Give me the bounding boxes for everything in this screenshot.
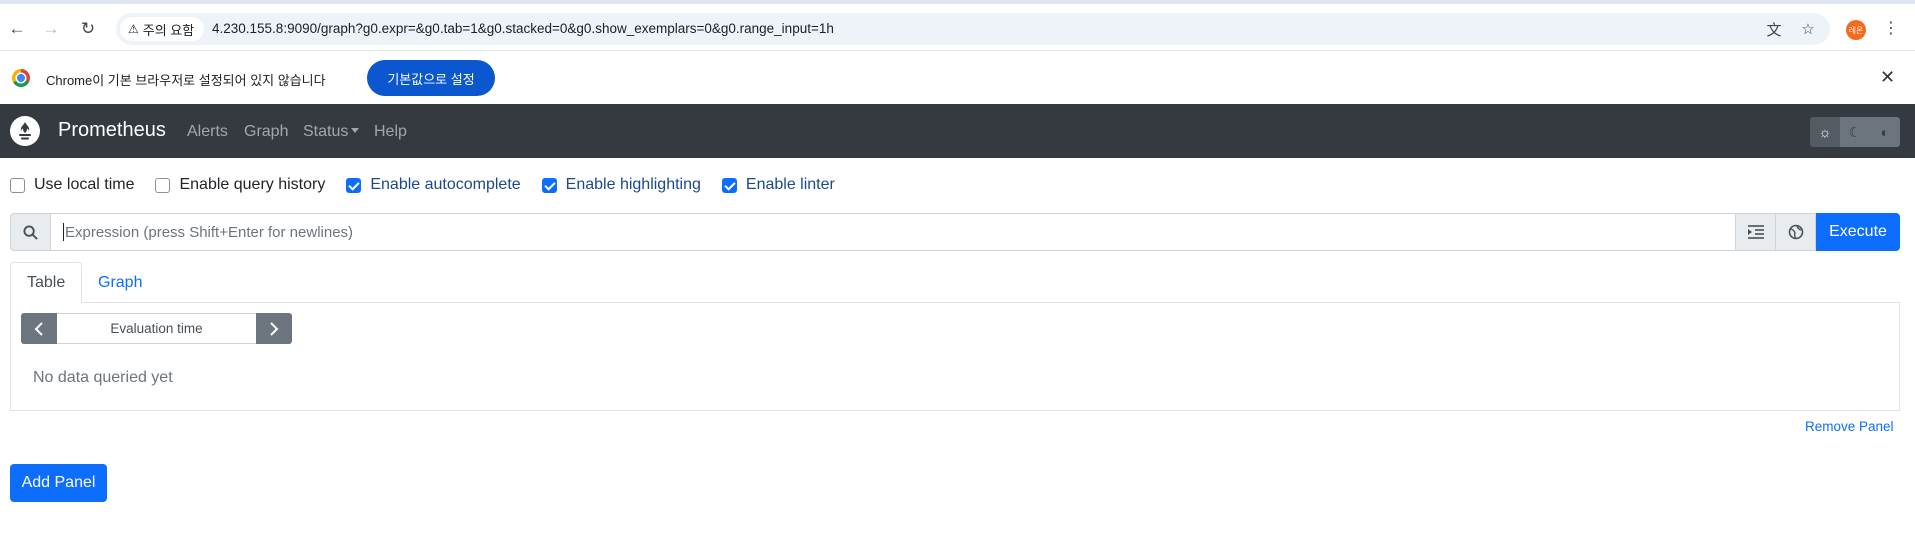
set-default-button[interactable]: 기본값으로 설정 <box>367 60 495 96</box>
half-circle-icon[interactable]: ◐ <box>1870 117 1900 147</box>
chevron-left-icon[interactable] <box>21 313 57 344</box>
table-panel-body: Evaluation time No data queried yet <box>10 303 1900 411</box>
no-data-message: No data queried yet <box>33 369 173 386</box>
chrome-logo-icon <box>12 69 30 87</box>
linter-label: Enable linter <box>745 176 835 193</box>
query-history-checkbox[interactable] <box>155 177 171 193</box>
highlighting-label: Enable highlighting <box>565 176 701 193</box>
expression-placeholder: Expression (press Shift+Enter for newlin… <box>65 223 354 241</box>
query-history-option[interactable]: Enable query history <box>155 176 325 194</box>
autocomplete-label: Enable autocomplete <box>370 176 521 193</box>
expression-input[interactable]: Expression (press Shift+Enter for newlin… <box>51 213 1736 251</box>
evaluation-time-input[interactable]: Evaluation time <box>57 313 256 344</box>
browser-toolbar: ← → ↻ ⚠ 주의 요함 4.230.155.8:9090/graph?g0.… <box>0 0 1915 50</box>
warning-icon: ⚠ <box>128 22 139 36</box>
remove-panel-link[interactable]: Remove Panel <box>1805 419 1894 434</box>
browser-menu-icon[interactable]: ⋮ <box>1883 18 1899 38</box>
highlighting-option[interactable]: Enable highlighting <box>541 176 701 194</box>
security-chip[interactable]: ⚠ 주의 요함 <box>120 17 205 41</box>
security-label: 주의 요함 <box>142 22 195 38</box>
metrics-explorer-globe-icon[interactable] <box>1776 213 1816 251</box>
chevron-right-icon[interactable] <box>256 313 292 344</box>
theme-toggle-group: ☼ ☾ ◐ <box>1810 117 1900 147</box>
nav-graph[interactable]: Graph <box>244 123 288 141</box>
use-local-time-label: Use local time <box>34 176 135 193</box>
autocomplete-option[interactable]: Enable autocomplete <box>346 176 521 194</box>
reload-icon[interactable]: ↻ <box>75 16 101 42</box>
bookmark-star-icon[interactable]: ☆ <box>1798 19 1818 39</box>
use-local-time-checkbox[interactable] <box>10 177 25 193</box>
infobar-message: Chrome이 기본 브라우저로 설정되어 있지 않습니다 <box>46 73 326 88</box>
prometheus-navbar: Prometheus Alerts Graph Status Help ☼ ☾ … <box>0 104 1915 158</box>
expression-input-group: Expression (press Shift+Enter for newlin… <box>10 213 1900 251</box>
nav-alerts[interactable]: Alerts <box>187 123 228 141</box>
linter-option[interactable]: Enable linter <box>721 176 835 194</box>
nav-help[interactable]: Help <box>374 123 407 141</box>
query-history-label: Enable query history <box>179 176 326 193</box>
url-text[interactable]: 4.230.155.8:9090/graph?g0.expr=&g0.tab=1… <box>212 21 834 36</box>
nav-status-dropdown[interactable]: Status <box>303 123 360 141</box>
close-icon[interactable]: ✕ <box>1880 67 1895 88</box>
query-options: Use local time Enable query history Enab… <box>10 175 856 195</box>
moon-icon[interactable]: ☾ <box>1840 117 1870 147</box>
format-expression-icon[interactable] <box>1736 213 1776 251</box>
highlighting-checkbox[interactable] <box>541 177 557 193</box>
default-browser-infobar: Chrome이 기본 브라우저로 설정되어 있지 않습니다 기본값으로 설정 ✕ <box>0 50 1915 104</box>
text-cursor <box>63 223 64 241</box>
evaluation-time-group: Evaluation time <box>21 313 292 344</box>
linter-checkbox[interactable] <box>721 177 737 193</box>
tab-table[interactable]: Table <box>10 262 83 303</box>
back-icon[interactable]: ← <box>4 16 30 42</box>
address-bar[interactable]: ⚠ 주의 요함 4.230.155.8:9090/graph?g0.expr=&… <box>116 13 1830 45</box>
execute-button[interactable]: Execute <box>1816 213 1900 251</box>
sun-icon[interactable]: ☼ <box>1810 117 1840 147</box>
panel-tabs: Table Graph <box>10 262 1900 303</box>
use-local-time-option[interactable]: Use local time <box>10 176 134 194</box>
autocomplete-checkbox[interactable] <box>346 177 362 193</box>
search-icon <box>10 213 51 251</box>
nav-status-label: Status <box>303 123 349 140</box>
translate-icon[interactable]: 文 <box>1764 19 1784 39</box>
add-panel-button[interactable]: Add Panel <box>10 464 107 502</box>
brand-title[interactable]: Prometheus <box>58 119 166 142</box>
tab-graph[interactable]: Graph <box>82 262 158 303</box>
caret-down-icon <box>351 128 360 133</box>
forward-icon[interactable]: → <box>38 16 64 42</box>
prometheus-logo-icon[interactable] <box>10 116 40 146</box>
profile-avatar[interactable]: 레온 <box>1846 20 1866 40</box>
